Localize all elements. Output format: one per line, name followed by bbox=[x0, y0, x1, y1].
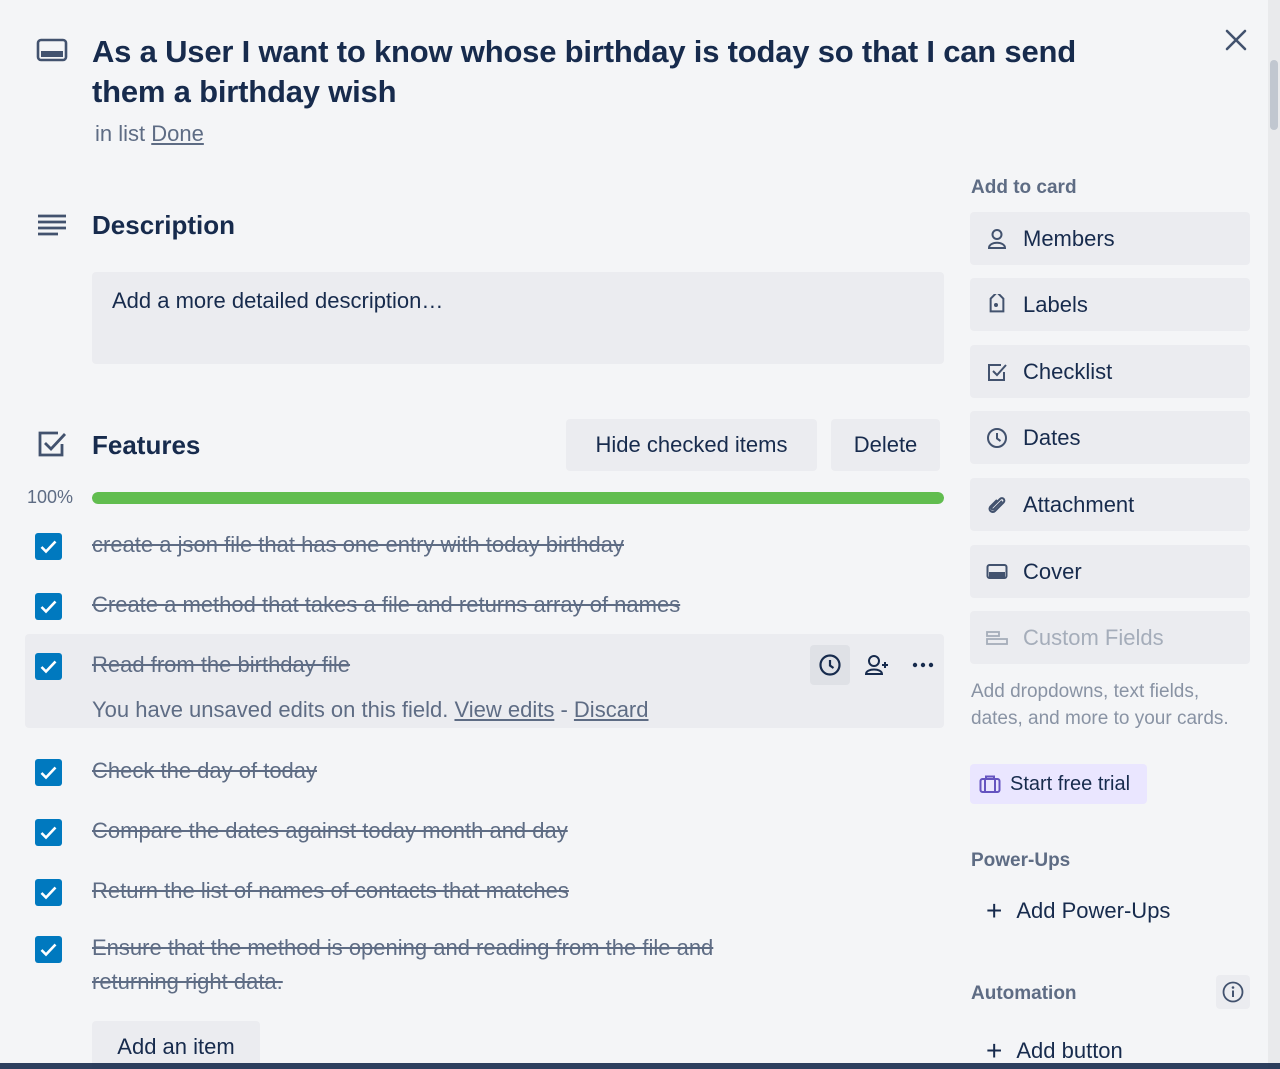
cover-button[interactable]: Cover bbox=[970, 545, 1250, 598]
list-link[interactable]: Done bbox=[151, 121, 204, 146]
custom-fields-button: Custom Fields bbox=[970, 611, 1250, 664]
checklist-item-text[interactable]: Compare the dates against today month an… bbox=[92, 814, 932, 848]
labels-button[interactable]: Labels bbox=[970, 278, 1250, 331]
card-title[interactable]: As a User I want to know whose birthday … bbox=[92, 32, 1152, 112]
checklist-item-text[interactable]: create a json file that has one entry wi… bbox=[92, 528, 932, 562]
progress-percent: 100% bbox=[27, 487, 74, 507]
automation-heading: Automation bbox=[971, 983, 1077, 1004]
custom-fields-label: Custom Fields bbox=[1023, 624, 1164, 650]
checklist-item-text[interactable]: Check the day of today bbox=[92, 754, 932, 788]
custom-fields-note: Add dropdowns, text fields, dates, and m… bbox=[971, 681, 1229, 729]
members-label: Members bbox=[1023, 225, 1115, 251]
progress-bar bbox=[92, 492, 944, 504]
delete-checklist-button[interactable]: Delete bbox=[831, 419, 940, 471]
unsaved-message: You have unsaved edits on this field. bbox=[92, 697, 449, 722]
window-bottom-edge bbox=[0, 1063, 1280, 1069]
hide-checked-button[interactable]: Hide checked items bbox=[566, 419, 817, 471]
unsaved-notice: You have unsaved edits on this field. Vi… bbox=[92, 697, 649, 723]
close-icon[interactable] bbox=[1218, 22, 1254, 58]
members-button[interactable]: Members bbox=[970, 212, 1250, 265]
clock-icon bbox=[986, 427, 1008, 449]
info-icon[interactable] bbox=[1216, 975, 1250, 1009]
add-powerups-button[interactable]: + Add Power-Ups bbox=[970, 887, 1170, 935]
plus-icon: + bbox=[986, 1035, 1003, 1066]
checklist-icon bbox=[36, 428, 68, 460]
dates-label: Dates bbox=[1023, 424, 1081, 450]
due-date-clock-icon[interactable] bbox=[810, 645, 850, 685]
scrollbar[interactable] bbox=[1268, 0, 1280, 1069]
checklist-item-checkbox[interactable] bbox=[35, 533, 62, 560]
labels-label: Labels bbox=[1023, 291, 1088, 317]
view-edits-link[interactable]: View edits bbox=[454, 697, 554, 722]
description-heading: Description bbox=[92, 210, 236, 240]
discard-link[interactable]: Discard bbox=[574, 697, 649, 722]
tag-icon bbox=[986, 293, 1008, 316]
attachment-button[interactable]: Attachment bbox=[970, 478, 1250, 531]
start-free-trial-label: Start free trial bbox=[1010, 772, 1131, 795]
briefcase-icon bbox=[979, 774, 1001, 794]
checklist-item-text[interactable]: Ensure that the method is opening and re… bbox=[92, 931, 792, 999]
checklist-label: Checklist bbox=[1023, 358, 1113, 384]
card-icon bbox=[36, 38, 68, 64]
checkmark-icon bbox=[40, 660, 57, 673]
add-button-label: Add button bbox=[1016, 1038, 1123, 1063]
add-item-button[interactable]: Add an item bbox=[92, 1021, 260, 1069]
progress-fill bbox=[92, 492, 944, 504]
description-input[interactable]: Add a more detailed description… bbox=[92, 272, 944, 364]
checkmark-icon bbox=[40, 943, 57, 956]
description-icon bbox=[36, 210, 68, 242]
person-icon bbox=[986, 228, 1008, 250]
checklist-item-checkbox[interactable] bbox=[35, 936, 62, 963]
more-options-icon[interactable] bbox=[903, 645, 943, 685]
attachment-label: Attachment bbox=[1023, 491, 1135, 517]
powerups-heading: Power-Ups bbox=[971, 850, 1071, 871]
checkmark-icon bbox=[40, 886, 57, 899]
start-free-trial-button[interactable]: Start free trial bbox=[970, 764, 1147, 804]
checkmark-icon bbox=[40, 600, 57, 613]
scrollbar-thumb[interactable] bbox=[1270, 60, 1278, 130]
checklist-heading: Features bbox=[92, 430, 201, 460]
in-list: in list Done bbox=[95, 121, 204, 147]
checklist-item-checkbox[interactable] bbox=[35, 593, 62, 620]
dates-button[interactable]: Dates bbox=[970, 411, 1250, 464]
cover-label: Cover bbox=[1023, 558, 1082, 584]
add-to-card-heading: Add to card bbox=[971, 177, 1077, 198]
checklist-item-text[interactable]: Create a method that takes a file and re… bbox=[92, 588, 932, 622]
cover-icon bbox=[986, 561, 1008, 583]
checklist-item-text[interactable]: Return the list of names of contacts tha… bbox=[92, 874, 932, 908]
checklist-item-checkbox[interactable] bbox=[35, 819, 62, 846]
checkmark-icon bbox=[40, 826, 57, 839]
checklist-item-checkbox[interactable] bbox=[35, 759, 62, 786]
unsaved-separator: - bbox=[560, 697, 568, 722]
checklist-item-checkbox[interactable] bbox=[35, 879, 62, 906]
paperclip-icon bbox=[986, 494, 1008, 516]
plus-icon: + bbox=[986, 895, 1003, 926]
custom-fields-icon bbox=[986, 627, 1008, 649]
checkbox-icon bbox=[986, 361, 1008, 383]
add-powerups-label: Add Power-Ups bbox=[1016, 898, 1171, 923]
checklist-item-text[interactable]: Read from the birthday file bbox=[92, 648, 932, 682]
checklist-item-checkbox[interactable] bbox=[35, 653, 62, 680]
checkmark-icon bbox=[40, 766, 57, 779]
checklist-button[interactable]: Checklist bbox=[970, 345, 1250, 398]
checkmark-icon bbox=[40, 540, 57, 553]
assign-member-icon[interactable] bbox=[857, 645, 897, 685]
in-list-prefix: in list bbox=[95, 121, 146, 146]
